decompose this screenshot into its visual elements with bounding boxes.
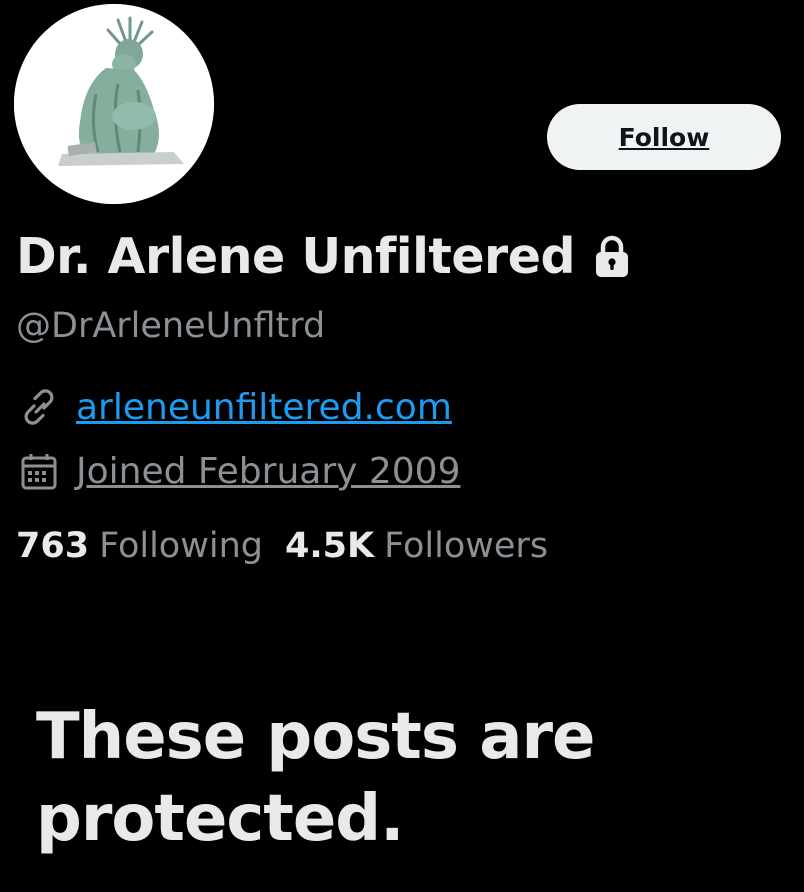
following-label: Following	[99, 526, 263, 566]
link-icon	[16, 384, 62, 430]
website-row: arleneunfiltered.com	[16, 384, 452, 430]
joined-date: Joined February 2009	[76, 450, 461, 492]
followers-label: Followers	[384, 526, 549, 566]
avatar[interactable]	[14, 4, 214, 204]
followers-count: 4.5K	[284, 526, 375, 566]
avatar-image	[14, 4, 214, 204]
lock-icon	[593, 235, 631, 279]
follow-button[interactable]: Follow	[547, 104, 781, 170]
following-stat[interactable]: 763 Following	[16, 526, 263, 566]
display-name: Dr. Arlene Unfiltered	[16, 228, 576, 285]
profile-handle: @DrArleneUnfltrd	[16, 306, 326, 346]
calendar-icon	[16, 448, 62, 494]
followers-stat[interactable]: 4.5K Followers	[285, 526, 548, 566]
display-name-row: Dr. Arlene Unfiltered	[16, 228, 631, 285]
joined-row: Joined February 2009	[16, 448, 461, 494]
follow-stats: 763 Following 4.5K Followers	[16, 526, 548, 566]
protected-posts-message: These posts are protected.	[36, 700, 595, 856]
website-link[interactable]: arleneunfiltered.com	[76, 387, 452, 428]
following-count: 763	[16, 526, 90, 566]
